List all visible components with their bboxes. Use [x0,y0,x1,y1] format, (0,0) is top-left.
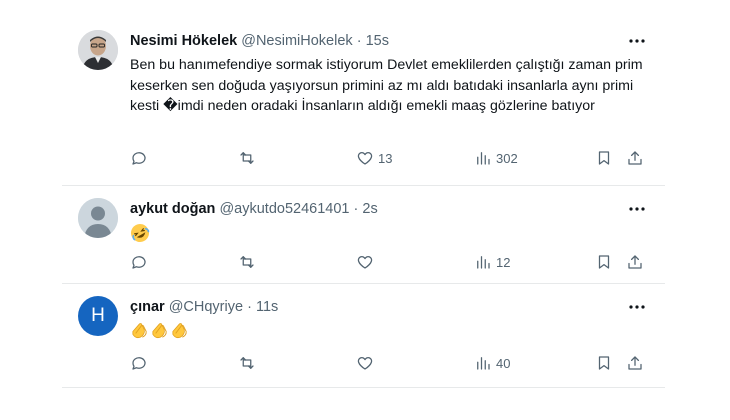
retweet-icon [240,357,254,369]
person-photo-icon [78,30,118,70]
bookmark-icon [598,356,610,370]
author-handle[interactable]: @CHqyriye [169,299,243,315]
heart-icon [357,256,373,269]
bookmark-button[interactable] [595,147,613,169]
author-name[interactable]: Nesimi Hökelek [130,33,237,49]
share-icon [628,255,642,269]
bookmark-icon [598,151,610,165]
view-count: 302 [496,150,518,166]
like-button[interactable] [356,352,374,374]
tweet[interactable]: H çınar @CHqyriye · 11s 40 [62,284,665,388]
reply-icon [132,152,146,165]
views-button[interactable]: 12 [474,251,510,273]
clapping-hands-emoji [132,323,147,339]
reply-icon [132,357,146,370]
reply-button[interactable] [130,147,148,169]
more-options-icon[interactable] [627,200,647,218]
author-handle[interactable]: @NesimiHokelek [241,33,352,49]
tweet-header: Nesimi Hökelek @NesimiHokelek · 15s [130,31,625,51]
more-options-icon[interactable] [627,32,647,50]
share-button[interactable] [626,352,644,374]
author-name[interactable]: aykut doğan [130,201,215,217]
tweet-header: çınar @CHqyriye · 11s [130,297,625,317]
avatar[interactable] [78,30,118,70]
separator: · [356,33,362,49]
like-button[interactable] [356,251,374,273]
share-icon [628,356,642,370]
analytics-icon [477,152,490,165]
tweet-text: Ben bu hanımefendiye sormak istiyorum De… [130,57,643,114]
timestamp[interactable]: 2s [362,201,377,217]
bookmark-button[interactable] [595,352,613,374]
tweet-feed: Nesimi Hökelek @NesimiHokelek · 15s Ben … [62,0,665,420]
retweet-icon [240,256,254,268]
author-name[interactable]: çınar [130,299,165,315]
clapping-hands-emoji [152,323,167,339]
tweet-header: aykut doğan @aykutdo52461401 · 2s [130,199,625,219]
reply-button[interactable] [130,352,148,374]
retweet-button[interactable] [238,352,256,374]
share-icon [628,151,642,165]
separator: · [353,201,359,217]
bookmark-icon [598,255,610,269]
retweet-button[interactable] [238,251,256,273]
more-options-icon[interactable] [627,298,647,316]
tweet-emoji-content [130,223,150,245]
avatar[interactable] [78,198,118,238]
default-person-icon [78,198,118,238]
tweet-actions: 13 302 [130,147,655,169]
tweet[interactable]: aykut doğan @aykutdo52461401 · 2s 12 [62,186,665,284]
timestamp[interactable]: 11s [256,299,278,315]
share-button[interactable] [626,251,644,273]
views-button[interactable]: 302 [474,147,518,169]
bookmark-button[interactable] [595,251,613,273]
reply-icon [132,256,146,269]
timestamp[interactable]: 15s [366,33,389,49]
like-button[interactable]: 13 [356,147,392,169]
view-count: 12 [496,254,511,270]
analytics-icon [477,256,490,269]
clapping-hands-emoji [172,323,187,339]
view-count: 40 [496,355,511,371]
separator: · [247,299,252,315]
retweet-icon [240,152,254,164]
author-handle[interactable]: @aykutdo52461401 [219,201,349,217]
tweet-actions: 40 [130,352,655,374]
reply-button[interactable] [130,251,148,273]
share-button[interactable] [626,147,644,169]
views-button[interactable]: 40 [474,352,510,374]
laughing-rolling-emoji [131,224,150,242]
tweet-actions: 12 [130,251,655,273]
retweet-button[interactable] [238,147,256,169]
tweet[interactable]: Nesimi Hökelek @NesimiHokelek · 15s Ben … [62,18,665,186]
like-count: 13 [378,150,393,166]
avatar[interactable]: H [78,296,118,336]
heart-icon [357,357,373,370]
heart-icon [357,152,373,165]
tweet-emoji-content [130,321,189,343]
analytics-icon [477,357,490,370]
avatar-letter: H [91,305,105,326]
